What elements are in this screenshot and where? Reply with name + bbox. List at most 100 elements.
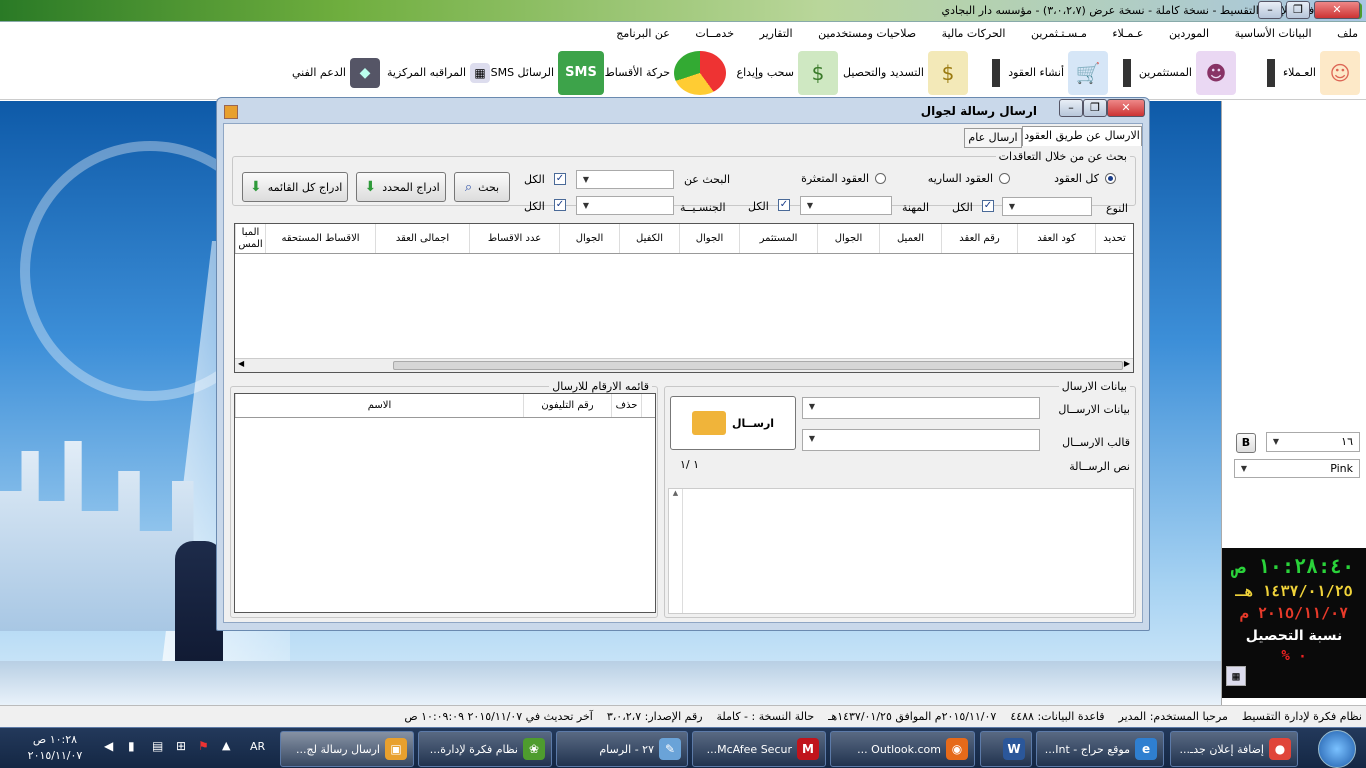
menu-file[interactable]: ملف bbox=[1337, 23, 1358, 45]
toolbar-customers[interactable]: ☺ العـملاء bbox=[1266, 45, 1360, 100]
taskbar-item-chrome[interactable]: ● إضافة إعلان جدـ... bbox=[1170, 731, 1298, 767]
numbers-list-grid[interactable]: حذف رقم التليفون الاسم bbox=[234, 393, 656, 613]
column-header[interactable]: الجوال bbox=[559, 224, 619, 253]
flag-icon[interactable]: ⚑ bbox=[198, 739, 209, 753]
message-textarea[interactable]: ▲ bbox=[668, 488, 1134, 614]
taskbar-clock[interactable]: ١٠:٢٨ ص ٢٠١٥/١١/٠٧ bbox=[22, 732, 88, 764]
insert-all-button[interactable]: ادراج كل القائمه ⬇ bbox=[242, 172, 348, 202]
type-all-checkbox[interactable]: ✓ bbox=[982, 200, 994, 212]
nationality-select[interactable]: ▼ bbox=[576, 196, 674, 215]
nationality-all-checkbox[interactable]: ✓ bbox=[554, 199, 566, 211]
signal-icon[interactable]: ▮ bbox=[128, 739, 135, 753]
radio-button[interactable] bbox=[875, 173, 886, 184]
menu-basic-data[interactable]: البيانات الأساسية bbox=[1235, 23, 1312, 45]
send-button[interactable]: ارســال bbox=[670, 396, 796, 450]
taskbar-item-firefox[interactable]: ◉ Outlook.com ... bbox=[830, 731, 975, 767]
color-select[interactable]: Pink ▼ bbox=[1234, 459, 1360, 478]
send-template-select[interactable]: ▼ bbox=[802, 429, 1040, 451]
close-button[interactable]: ✕ bbox=[1314, 1, 1360, 19]
column-header[interactable]: المبا المس bbox=[235, 224, 265, 253]
taskbar-item-dialog[interactable]: ▣ ارسال رسالة لج... bbox=[280, 731, 414, 767]
font-size-select[interactable]: ١٦ ▼ bbox=[1266, 432, 1360, 452]
tab-send-by-contracts[interactable]: الارسال عن طريق العقود bbox=[1022, 126, 1142, 146]
dialog-minimize-button[interactable]: – bbox=[1059, 99, 1083, 117]
search-for-select[interactable]: ▼ bbox=[576, 170, 674, 189]
send-sms-dialog: ارسال رسالة لجوال – ❐ ✕ الارسال عن طريق … bbox=[216, 97, 1150, 631]
job-all-checkbox[interactable]: ✓ bbox=[778, 199, 790, 211]
radio-active-contracts[interactable]: العقود الساريه bbox=[928, 172, 1010, 185]
status-user: مرحبا المستخدم: المدير bbox=[1118, 710, 1228, 723]
insert-selected-button[interactable]: ادراج المحدد ⬇ bbox=[356, 172, 446, 202]
vertical-scrollbar[interactable]: ▲ bbox=[669, 489, 683, 613]
column-header[interactable]: كود العقد bbox=[1017, 224, 1095, 253]
toolbar-investors[interactable]: ☻ المستثمرين bbox=[1122, 45, 1236, 100]
column-header[interactable]: العميل bbox=[879, 224, 941, 253]
windows-icon[interactable]: ⊞ bbox=[176, 739, 186, 753]
scrollbar-thumb[interactable] bbox=[393, 361, 1123, 370]
column-header[interactable]: رقم التليفون bbox=[523, 394, 611, 417]
toolbar-payment[interactable]: $ التسديد والتحصيل bbox=[843, 45, 968, 100]
scroll-left-icon[interactable]: ◀ bbox=[238, 359, 244, 368]
toolbar-create-contracts[interactable]: 🛒 أنشاء العقود bbox=[992, 45, 1108, 100]
menu-suppliers[interactable]: الموردين bbox=[1169, 23, 1209, 45]
scroll-right-icon[interactable]: ▶ bbox=[1124, 359, 1130, 368]
taskbar-item-mcafee[interactable]: M McAfee Secur... bbox=[692, 731, 826, 767]
calculator-icon[interactable]: ▦ bbox=[1226, 666, 1246, 686]
column-header[interactable]: الجوال bbox=[679, 224, 739, 253]
job-select[interactable]: ▼ bbox=[800, 196, 892, 215]
toolbar-label: حركة الأقساط bbox=[604, 66, 670, 79]
column-header[interactable]: الاسم bbox=[235, 394, 523, 417]
radio-all-contracts[interactable]: كل العقود bbox=[1054, 172, 1116, 185]
volume-icon[interactable]: ◀ bbox=[104, 739, 113, 753]
radio-defaulted-contracts[interactable]: العقود المتعثرة bbox=[801, 172, 886, 185]
taskbar-item-ie[interactable]: e موقع حراج - Int... bbox=[1036, 731, 1164, 767]
toolbar-sms[interactable]: SMS الرسائل SMS bbox=[491, 45, 604, 100]
send-data-select[interactable]: ▼ bbox=[802, 397, 1040, 419]
type-select[interactable]: ▼ bbox=[1002, 197, 1092, 216]
menu-reports[interactable]: التقارير bbox=[760, 23, 793, 45]
language-indicator[interactable]: AR bbox=[250, 740, 265, 753]
radio-label: العقود المتعثرة bbox=[801, 172, 869, 185]
column-header[interactable]: اجمالى العقد bbox=[375, 224, 469, 253]
network-icon[interactable]: ▤ bbox=[152, 739, 163, 753]
tray-arrow-icon[interactable]: ▲ bbox=[222, 739, 230, 752]
taskbar-item-app[interactable]: ❀ نظام فكرة لإدارة... bbox=[418, 731, 552, 767]
menu-investors[interactable]: مـسـتـثمرين bbox=[1031, 23, 1087, 45]
column-header[interactable]: حذف bbox=[611, 394, 641, 417]
radio-button[interactable] bbox=[999, 173, 1010, 184]
column-header[interactable]: الجوال bbox=[817, 224, 879, 253]
column-header[interactable]: تحديد bbox=[1095, 224, 1133, 253]
taskbar-item-word[interactable]: W bbox=[980, 731, 1032, 767]
search-button[interactable]: بحث ⌕ bbox=[454, 172, 510, 202]
toolbar-withdraw[interactable]: $ سحب وإيداع bbox=[737, 45, 838, 100]
radio-label: العقود الساريه bbox=[927, 172, 993, 185]
toolbar-support[interactable]: ◆ الدعم الفني bbox=[292, 45, 380, 100]
menu-permissions[interactable]: صلاحيات ومستخدمين bbox=[818, 23, 916, 45]
column-header[interactable]: عدد الاقساط bbox=[469, 224, 559, 253]
column-header[interactable]: الاقساط المستحقه bbox=[265, 224, 375, 253]
dialog-close-button[interactable]: ✕ bbox=[1107, 99, 1145, 117]
toolbar-separator bbox=[1266, 58, 1275, 87]
column-header[interactable]: رقم العقد bbox=[941, 224, 1017, 253]
column-header[interactable]: المستثمر bbox=[739, 224, 817, 253]
dialog-maximize-button[interactable]: ❐ bbox=[1083, 99, 1107, 117]
toolbar-installments[interactable]: حركة الأقساط bbox=[605, 45, 726, 100]
horizontal-scrollbar[interactable]: ◀ ▶ bbox=[235, 358, 1133, 372]
menu-financial[interactable]: الحركات مالية bbox=[942, 23, 1006, 45]
menu-customers[interactable]: عـمـلاء bbox=[1112, 23, 1143, 45]
task-label: ارسال رسالة لج... bbox=[296, 742, 380, 756]
contracts-grid[interactable]: تحديد كود العقد رقم العقد العميل الجوال … bbox=[234, 223, 1134, 373]
minimize-button[interactable]: – bbox=[1258, 1, 1282, 19]
radio-button[interactable] bbox=[1105, 173, 1116, 184]
clock-gregorian: ٢٠١٥/١١/٠٧ م bbox=[1239, 604, 1349, 622]
search-all-checkbox[interactable]: ✓ bbox=[554, 173, 566, 185]
tab-general-send[interactable]: ارسال عام bbox=[964, 128, 1022, 148]
toolbar-monitor[interactable]: ▦ المراقبه المركزية bbox=[387, 45, 490, 100]
taskbar-item-paint[interactable]: ✎ ٢٧ - الرسام bbox=[556, 731, 688, 767]
maximize-button[interactable]: ❐ bbox=[1286, 1, 1310, 19]
column-header[interactable]: الكفيل bbox=[619, 224, 679, 253]
bold-button[interactable]: B bbox=[1236, 433, 1256, 453]
start-button[interactable] bbox=[1318, 730, 1356, 768]
menu-about[interactable]: عن البرنامج bbox=[616, 23, 670, 45]
menu-services[interactable]: خدمــات bbox=[695, 23, 734, 45]
